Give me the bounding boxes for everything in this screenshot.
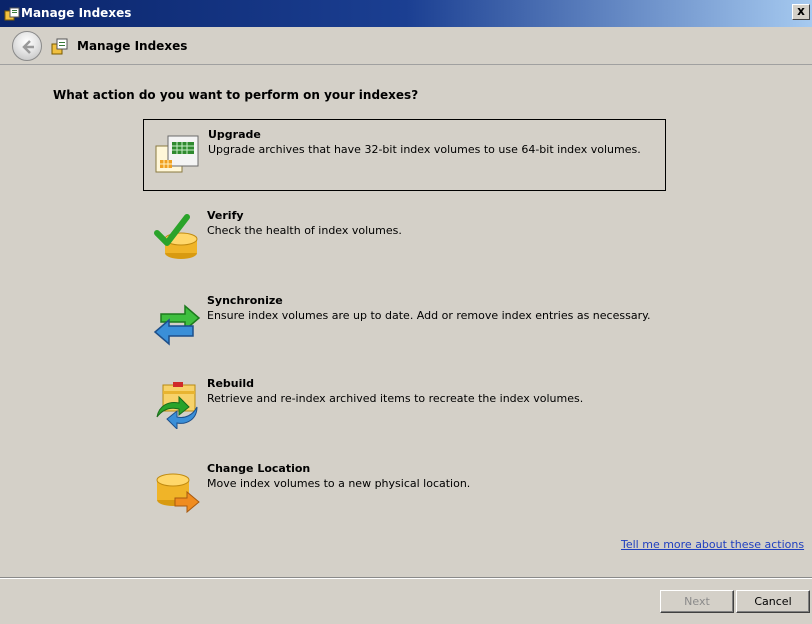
action-upgrade[interactable]: Upgrade Upgrade archives that have 32-bi… [143, 119, 666, 191]
next-button[interactable]: Next [660, 590, 734, 613]
window-title: Manage Indexes [21, 6, 132, 20]
upgrade-icon [155, 135, 199, 173]
action-synchronize[interactable]: Synchronize Ensure index volumes are up … [143, 286, 666, 358]
action-synchronize-description: Ensure index volumes are up to date. Add… [207, 309, 651, 322]
verify-icon [154, 214, 198, 259]
page-title: Manage Indexes [77, 39, 188, 53]
action-upgrade-label: Upgrade [208, 128, 261, 141]
footer: Next Cancel [0, 579, 812, 624]
close-button[interactable]: x [792, 4, 810, 20]
navigation-bar: Manage Indexes [0, 27, 812, 65]
back-button[interactable] [12, 31, 42, 61]
back-arrow-icon [22, 40, 34, 54]
action-synchronize-label: Synchronize [207, 294, 283, 307]
action-rebuild[interactable]: Rebuild Retrieve and re-index archived i… [143, 369, 666, 441]
main-content: What action do you want to perform on yo… [0, 65, 812, 577]
close-icon: x [797, 4, 805, 18]
change-location-icon [156, 473, 200, 514]
cancel-button[interactable]: Cancel [736, 590, 810, 613]
manage-indexes-icon [51, 38, 68, 55]
synchronize-icon [153, 304, 201, 346]
action-upgrade-description: Upgrade archives that have 32-bit index … [208, 143, 641, 156]
help-link[interactable]: Tell me more about these actions [621, 538, 804, 551]
title-bar: Manage Indexes x [0, 0, 812, 27]
question-heading: What action do you want to perform on yo… [53, 88, 419, 102]
action-verify-description: Check the health of index volumes. [207, 224, 402, 237]
rebuild-icon [156, 382, 198, 429]
action-change-location[interactable]: Change Location Move index volumes to a … [143, 454, 666, 526]
action-change-location-description: Move index volumes to a new physical loc… [207, 477, 471, 490]
action-rebuild-description: Retrieve and re-index archived items to … [207, 392, 584, 405]
action-verify[interactable]: Verify Check the health of index volumes… [143, 201, 666, 273]
action-rebuild-label: Rebuild [207, 377, 255, 390]
action-change-location-label: Change Location [207, 462, 311, 475]
action-verify-label: Verify [207, 209, 244, 222]
app-icon [4, 7, 20, 21]
